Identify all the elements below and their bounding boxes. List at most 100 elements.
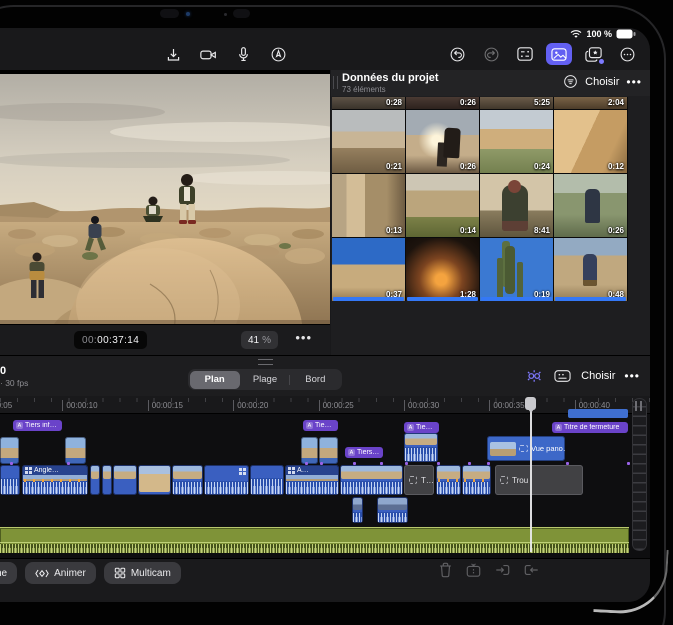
- zoom-level-control[interactable]: 41 %: [241, 331, 278, 349]
- storyline-clip[interactable]: [90, 465, 100, 495]
- connected-clip-below[interactable]: [352, 497, 363, 523]
- library-button[interactable]: [580, 43, 606, 65]
- storyline-clip[interactable]: T…: [404, 465, 434, 495]
- media-thumbnail[interactable]: 0:14: [406, 174, 479, 237]
- panel-grip-handle[interactable]: [333, 76, 338, 89]
- playhead-line[interactable]: [530, 399, 532, 552]
- connected-clip[interactable]: [319, 437, 338, 464]
- title-clip[interactable]: ATie…: [303, 420, 338, 431]
- append-icon[interactable]: [523, 562, 540, 578]
- connected-clip-audio[interactable]: [404, 433, 438, 462]
- media-thumbnail[interactable]: 0:28: [332, 97, 405, 109]
- tab-bord[interactable]: Bord: [290, 371, 340, 389]
- connected-clip-vue-pano[interactable]: Vue pano…: [487, 436, 565, 461]
- viewer-preview-image[interactable]: [0, 74, 330, 324]
- connection-dot: [67, 462, 70, 465]
- storyline-clip[interactable]: [204, 465, 249, 495]
- storyline-clip[interactable]: [436, 465, 461, 495]
- partial-button-label: ne: [0, 568, 7, 579]
- animate-button[interactable]: Animer: [25, 562, 96, 584]
- storyline-clip[interactable]: [462, 465, 491, 495]
- split-icon[interactable]: [465, 562, 482, 578]
- connected-clip[interactable]: [65, 437, 86, 464]
- media-thumbnail[interactable]: 8:41: [480, 174, 553, 237]
- title-clip[interactable]: ATiers…: [345, 447, 383, 458]
- storyline-clip[interactable]: [250, 465, 284, 495]
- multicam-clip-header: Angle…: [23, 466, 87, 475]
- timeline-header: 0 · 30 fps PlanPlageBord Choisir •••: [0, 355, 650, 396]
- project-media-browser: Données du projet 73 éléments Choisir ••…: [331, 70, 650, 355]
- camera-icon: [199, 46, 218, 63]
- browser-select-button[interactable]: Choisir: [585, 76, 619, 88]
- record-video-button[interactable]: [195, 43, 221, 65]
- title-clip[interactable]: ATitre de fermeture: [552, 422, 628, 433]
- clip-duration: 0:26: [608, 226, 624, 235]
- storyline-clip[interactable]: Angle…: [22, 465, 88, 495]
- media-thumbnail[interactable]: 0:24: [480, 110, 553, 173]
- media-thumbnail[interactable]: 5:25: [480, 97, 553, 109]
- timeline-overview-icon[interactable]: [553, 368, 572, 384]
- media-thumbnail[interactable]: 0:21: [332, 110, 405, 173]
- clip-thumbnail: [173, 466, 202, 479]
- filter-icon[interactable]: [563, 74, 578, 89]
- media-thumbnail[interactable]: 0:48: [554, 238, 627, 301]
- clip-waveform: [463, 482, 490, 494]
- media-thumbnail[interactable]: 0:19: [480, 238, 553, 301]
- clip-label: Vue pano…: [531, 444, 565, 453]
- tab-plage[interactable]: Plage: [240, 371, 290, 389]
- connected-clip-collapsed[interactable]: [568, 409, 628, 418]
- title-clip[interactable]: ATie…: [404, 422, 439, 433]
- undo-button[interactable]: [444, 43, 470, 65]
- title-a-icon: A: [16, 422, 23, 429]
- multicam-clip-header: A…: [286, 466, 338, 475]
- media-thumbnail[interactable]: 0:13: [332, 174, 405, 237]
- media-thumbnail[interactable]: 0:37: [332, 238, 405, 301]
- title-clip[interactable]: ATiers inf…: [13, 420, 62, 431]
- timeline-zoom-slider[interactable]: [632, 398, 647, 551]
- connected-clip[interactable]: [0, 437, 19, 464]
- playhead-handle[interactable]: [525, 397, 536, 410]
- multicam-grid-icon: [239, 468, 246, 475]
- clip-duration: 0:21: [386, 162, 402, 171]
- connected-clip[interactable]: [301, 437, 318, 464]
- storyline-clip[interactable]: Trou: [495, 465, 583, 495]
- audio-clip[interactable]: [0, 527, 629, 553]
- partial-button[interactable]: ne: [0, 562, 17, 584]
- browser-more-button[interactable]: •••: [626, 75, 642, 89]
- media-browser-button[interactable]: [546, 43, 572, 65]
- magnetic-timeline-icon[interactable]: [524, 368, 544, 384]
- inspector-button[interactable]: [512, 43, 538, 65]
- storyline-clip[interactable]: [340, 465, 403, 495]
- tab-plan[interactable]: Plan: [190, 371, 240, 389]
- timecode-value: 00:37:14: [97, 335, 139, 346]
- media-thumbnail[interactable]: 1:28: [406, 238, 479, 301]
- viewer-more-button[interactable]: •••: [295, 330, 312, 345]
- media-thumbnail[interactable]: 0:12: [554, 110, 627, 173]
- redo-button[interactable]: [478, 43, 504, 65]
- storyline-clip[interactable]: [113, 465, 137, 495]
- trash-icon[interactable]: [438, 562, 453, 578]
- media-thumbnail[interactable]: 2:04: [554, 97, 627, 109]
- storyline-clip[interactable]: [138, 465, 171, 495]
- storyline-clip[interactable]: [0, 465, 20, 495]
- voiceover-button[interactable]: [230, 43, 256, 65]
- timecode-display[interactable]: 00:00:37:14: [74, 331, 147, 349]
- overwrite-icon[interactable]: [494, 562, 511, 578]
- timeline-more-button[interactable]: •••: [624, 369, 640, 383]
- more-button[interactable]: [614, 43, 640, 65]
- pencil-tool-button[interactable]: [265, 43, 291, 65]
- media-thumbnail[interactable]: 0:26: [554, 174, 627, 237]
- storyline-clip[interactable]: [172, 465, 203, 495]
- storyline-clip[interactable]: [102, 465, 112, 495]
- connected-clip-below[interactable]: [377, 497, 408, 523]
- ruler-timestamp: 00:00:35: [489, 400, 524, 411]
- storyline-clip[interactable]: A…: [285, 465, 339, 495]
- multicam-button[interactable]: Multicam: [104, 562, 181, 584]
- media-thumbnail[interactable]: 0:26: [406, 97, 479, 109]
- browser-grid: 0:280:265:252:040:210:260:240:120:130:14…: [332, 97, 628, 301]
- import-button[interactable]: [160, 43, 186, 65]
- divider-drag-handle[interactable]: [258, 359, 273, 365]
- timeline-ruler[interactable]: 00:00:0500:00:1000:00:1500:00:2000:00:25…: [0, 396, 650, 414]
- timeline-select-button[interactable]: Choisir: [581, 370, 615, 382]
- media-thumbnail[interactable]: 0:26: [406, 110, 479, 173]
